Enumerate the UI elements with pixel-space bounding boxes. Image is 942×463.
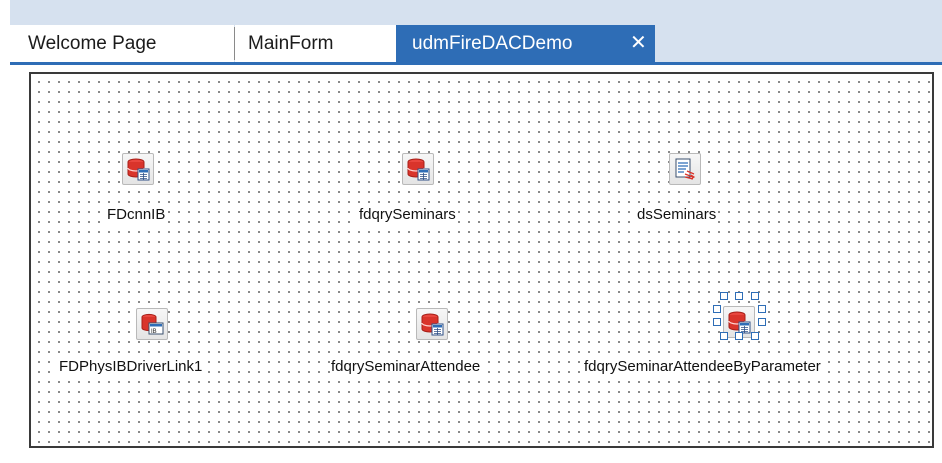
tab-mainform-label: MainForm: [248, 33, 334, 54]
selection-handle[interactable]: [758, 318, 766, 326]
selection-handle[interactable]: [751, 292, 759, 300]
selection-handle[interactable]: [751, 332, 759, 340]
tab-welcome-page[interactable]: Welcome Page: [10, 25, 234, 62]
tab-udmfiredacdemo[interactable]: udmFireDACDemo: [396, 25, 655, 62]
data-module-surface[interactable]: FDcnnIB fdqrySeminars dsSeminars IB FDPh…: [29, 72, 934, 448]
selection-handle[interactable]: [713, 305, 721, 313]
datasource-icon[interactable]: [669, 153, 701, 185]
component-label: fdqrySeminars: [358, 206, 457, 223]
component-label: fdqrySeminarAttendeeByParameter: [583, 358, 822, 375]
editor-tab-bar: Welcome Page MainForm udmFireDACDemo ✕: [0, 0, 942, 65]
tab-mainform[interactable]: MainForm: [235, 25, 396, 62]
tab-welcome-page-label: Welcome Page: [28, 33, 157, 54]
fdconnection-icon[interactable]: [122, 153, 154, 185]
svg-text:IB: IB: [151, 329, 157, 335]
fdquery-icon[interactable]: [402, 153, 434, 185]
component-label: fdqrySeminarAttendee: [330, 358, 482, 375]
ib-driver-link-icon[interactable]: IB: [136, 308, 168, 340]
fdquery-icon[interactable]: [416, 308, 448, 340]
selection-handle[interactable]: [735, 292, 743, 300]
component-label: FDcnnIB: [106, 206, 167, 223]
selection-handle[interactable]: [720, 332, 728, 340]
selection-handle[interactable]: [758, 305, 766, 313]
selection-handle[interactable]: [720, 292, 728, 300]
close-tab-icon[interactable]: ✕: [630, 25, 647, 62]
selection-handle[interactable]: [713, 318, 721, 326]
selection-handle[interactable]: [735, 332, 743, 340]
tab-udmfiredacdemo-label: udmFireDACDemo: [412, 33, 573, 54]
component-label: FDPhysIBDriverLink1: [58, 358, 204, 375]
component-label: dsSeminars: [636, 206, 718, 223]
